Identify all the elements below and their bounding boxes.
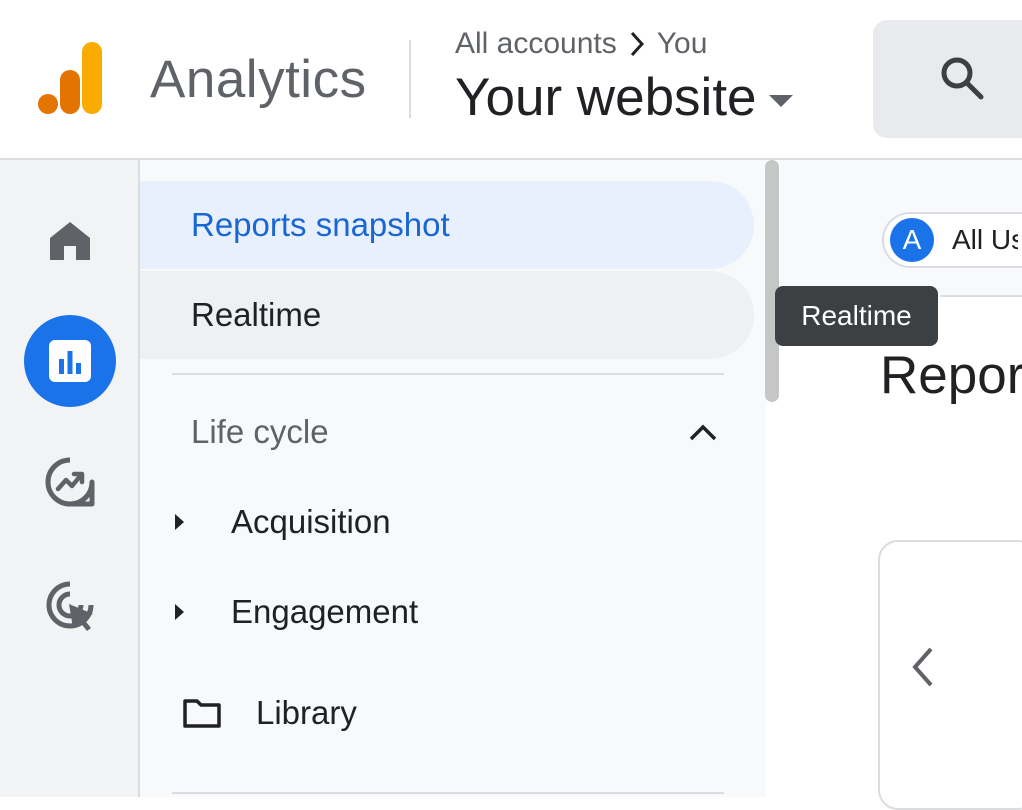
- expand-arrow-icon: [175, 604, 184, 620]
- section-title-life-cycle[interactable]: Life cycle: [191, 410, 329, 454]
- chevron-right-icon: [630, 31, 644, 57]
- nav-scrollbar[interactable]: [765, 160, 779, 402]
- nav-item-label: Realtime: [191, 296, 322, 333]
- nav-item-label: Reports snapshot: [191, 206, 450, 243]
- scrollbar-thumb[interactable]: [765, 160, 779, 402]
- breadcrumb[interactable]: All accounts You: [455, 26, 707, 62]
- search-icon[interactable]: [938, 54, 986, 102]
- folder-icon: [183, 699, 221, 728]
- breadcrumb-root[interactable]: All accounts: [455, 26, 617, 62]
- nav-item-label: Library: [256, 694, 357, 731]
- avatar: A: [890, 218, 934, 262]
- advertising-icon[interactable]: [43, 578, 97, 632]
- nav-item-engagement[interactable]: Engagement: [172, 582, 418, 642]
- nav-divider: [172, 792, 724, 794]
- tooltip: Realtime: [775, 286, 938, 346]
- comparison-chip-label: All Users: [952, 224, 1018, 255]
- comparison-chip[interactable]: A All Users: [882, 212, 1022, 268]
- reports-icon: [49, 340, 91, 382]
- analytics-logo[interactable]: [38, 40, 104, 116]
- app-name: Analytics: [150, 50, 367, 109]
- caret-down-icon: [768, 95, 793, 107]
- explore-icon[interactable]: [43, 455, 97, 509]
- nav-item-label: Engagement: [231, 593, 419, 630]
- property-selector[interactable]: Your website: [455, 66, 793, 130]
- report-card: [878, 540, 1022, 810]
- property-name: Your website: [455, 68, 757, 127]
- toolbar-divider: [940, 295, 1022, 297]
- expand-arrow-icon: [175, 514, 184, 530]
- nav-item-library[interactable]: Library: [182, 683, 357, 743]
- nav-item-label: Acquisition: [231, 503, 391, 540]
- breadcrumb-account[interactable]: You: [657, 26, 708, 62]
- page-title: Reports snapshot: [880, 346, 1022, 405]
- nav-divider: [172, 373, 724, 375]
- reports-button[interactable]: [24, 315, 116, 407]
- header-divider: [409, 40, 411, 118]
- nav-item-reports-snapshot[interactable]: Reports snapshot: [140, 181, 754, 269]
- chevron-up-icon[interactable]: [686, 418, 720, 446]
- nav-item-realtime[interactable]: Realtime: [140, 271, 754, 359]
- nav-item-acquisition[interactable]: Acquisition: [172, 492, 391, 552]
- home-icon[interactable]: [46, 216, 94, 264]
- chevron-left-icon[interactable]: [905, 645, 941, 689]
